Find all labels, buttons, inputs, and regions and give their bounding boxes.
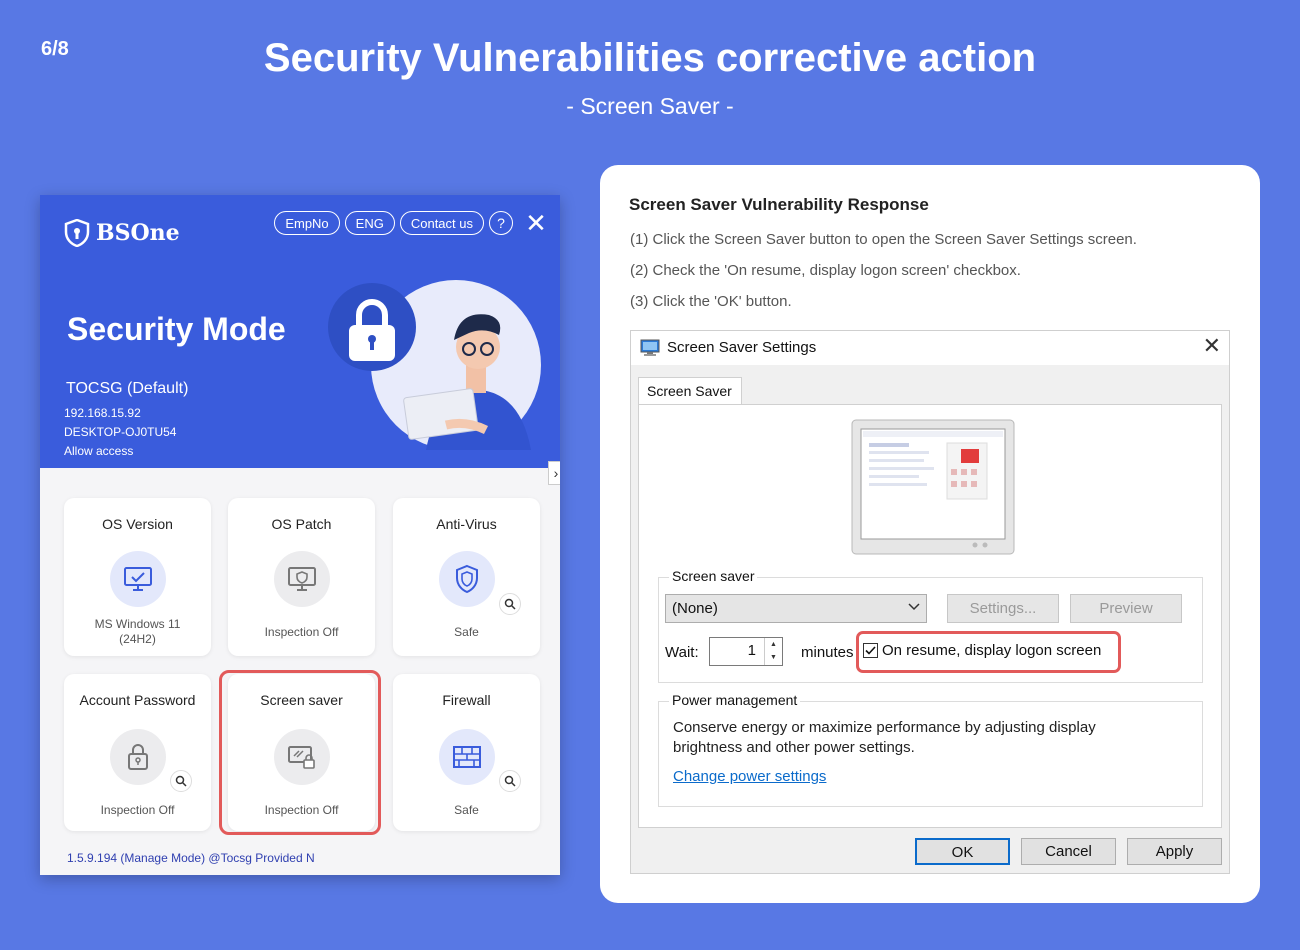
user-illustration	[328, 280, 541, 450]
dialog-titlebar: Screen Saver Settings ✕	[631, 331, 1229, 365]
bsone-logo: BSOne	[64, 219, 180, 247]
card-status: Safe	[454, 625, 479, 639]
settings-button[interactable]: Settings...	[947, 594, 1059, 623]
magnifier-icon[interactable]	[499, 593, 521, 615]
display-settings-icon	[640, 339, 660, 356]
shield-logo-icon	[64, 219, 90, 247]
instructions-card: Screen Saver Vulnerability Response (1) …	[600, 165, 1260, 903]
power-description: Conserve energy or maximize performance …	[673, 719, 1096, 756]
card-title: Account Password	[79, 692, 196, 708]
ip-address: 192.168.15.92	[64, 406, 141, 420]
wait-label: Wait:	[665, 644, 699, 661]
dialog-title: Screen Saver Settings	[667, 339, 817, 356]
card-status: Inspection Off	[100, 803, 175, 817]
highlight-screen-saver-card	[219, 670, 381, 835]
logo-text: BSOne	[96, 220, 180, 246]
monitor-shield-icon	[274, 551, 330, 607]
help-button[interactable]: ?	[489, 211, 513, 235]
expand-panel-button[interactable]: ›	[548, 461, 560, 485]
access-status: Allow access	[64, 444, 134, 458]
instructions-title: Screen Saver Vulnerability Response	[629, 195, 929, 214]
select-value: (None)	[672, 600, 718, 617]
chevron-down-icon	[908, 603, 920, 611]
spin-arrows[interactable]: ▲ ▼	[764, 638, 782, 665]
monitor-check-icon	[110, 551, 166, 607]
shield-icon	[439, 551, 495, 607]
card-account-password[interactable]: Account Password Inspection Off	[64, 674, 211, 831]
instruction-step: (2) Check the 'On resume, display logon …	[630, 262, 1021, 279]
group-label: Power management	[669, 692, 801, 708]
card-status: MS Windows 11 (24H2)	[94, 617, 181, 646]
magnifier-icon[interactable]	[170, 770, 192, 792]
highlight-checkbox	[856, 631, 1121, 673]
minutes-label: minutes	[801, 644, 854, 661]
language-button[interactable]: ENG	[344, 211, 395, 235]
card-os-version[interactable]: OS Version MS Windows 11 (24H2)	[64, 498, 211, 656]
header-buttons: EmpNo ENG Contact us ? ✕	[274, 210, 548, 236]
instruction-step: (1) Click the Screen Saver button to ope…	[630, 231, 1137, 248]
ok-button[interactable]: OK	[915, 838, 1010, 865]
magnifier-icon[interactable]	[499, 770, 521, 792]
version-info: 1.5.9.194 (Manage Mode) @Tocsg Provided …	[67, 851, 315, 865]
card-anti-virus[interactable]: Anti-Virus Safe	[393, 498, 540, 656]
card-title: Anti-Virus	[436, 516, 497, 532]
card-title: OS Version	[102, 516, 173, 532]
close-button[interactable]: ✕	[524, 210, 548, 236]
card-firewall[interactable]: Firewall Safe	[393, 674, 540, 831]
monitor-preview	[851, 419, 1015, 555]
cancel-button[interactable]: Cancel	[1021, 838, 1116, 865]
empno-button[interactable]: EmpNo	[274, 211, 340, 235]
card-status: Inspection Off	[264, 625, 339, 639]
card-title: Firewall	[442, 692, 491, 708]
change-power-settings-link[interactable]: Change power settings	[673, 768, 826, 785]
card-title: OS Patch	[271, 516, 332, 532]
hostname: DESKTOP-OJ0TU54	[64, 425, 177, 439]
wait-minutes-input[interactable]: 1 ▲ ▼	[709, 637, 783, 666]
tab-screen-saver[interactable]: Screen Saver	[638, 377, 742, 405]
apply-button[interactable]: Apply	[1127, 838, 1222, 865]
group-label: Screen saver	[669, 568, 758, 584]
brick-wall-icon	[439, 729, 495, 785]
bsone-header: BSOne EmpNo ENG Contact us ? ✕ Security …	[40, 195, 560, 468]
mode-title: Security Mode	[67, 311, 286, 347]
preview-button[interactable]: Preview	[1070, 594, 1182, 623]
card-status: Safe	[454, 803, 479, 817]
instruction-step: (3) Click the 'OK' button.	[630, 293, 792, 310]
wait-value: 1	[747, 642, 756, 659]
policy-name: TOCSG (Default)	[66, 380, 189, 397]
slide-title: Security Vulnerabilities corrective acti…	[263, 36, 1037, 80]
card-os-patch[interactable]: OS Patch Inspection Off	[228, 498, 375, 656]
slide-subtitle: - Screen Saver -	[566, 93, 734, 119]
contact-us-button[interactable]: Contact us	[399, 211, 484, 235]
lock-icon	[110, 729, 166, 785]
screen-saver-dialog: Screen Saver Settings ✕ Screen Saver Scr…	[630, 330, 1230, 874]
dialog-close-button[interactable]: ✕	[1203, 333, 1221, 359]
screen-saver-select[interactable]: (None)	[665, 594, 927, 623]
bsone-window: BSOne EmpNo ENG Contact us ? ✕ Security …	[40, 195, 560, 875]
